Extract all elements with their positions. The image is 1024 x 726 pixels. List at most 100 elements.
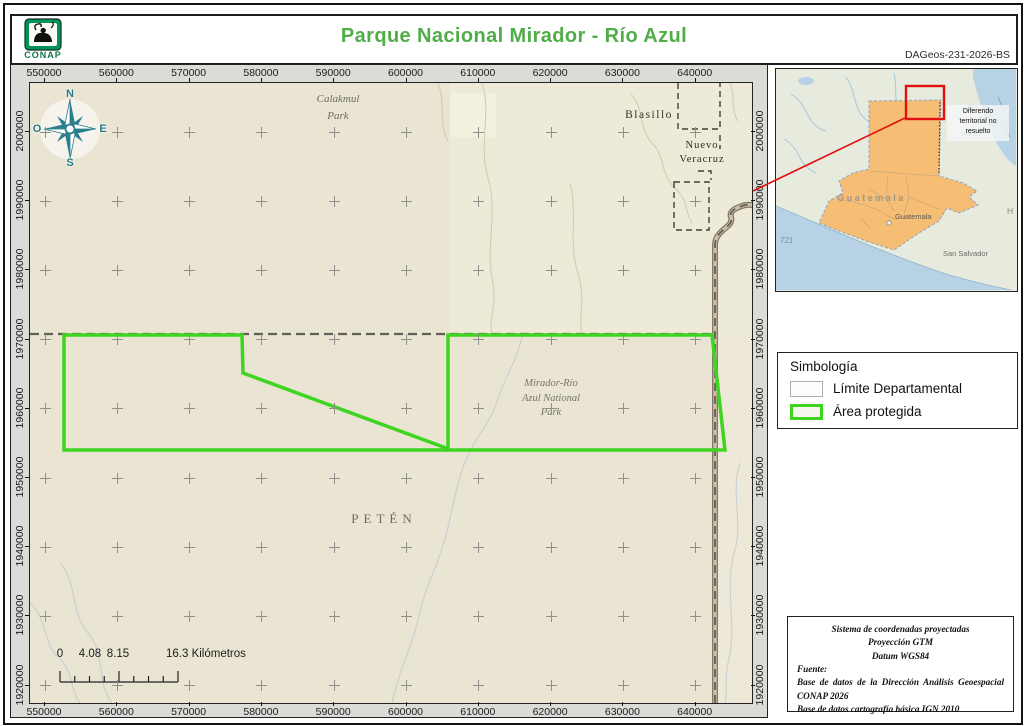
grid-cross [184, 610, 196, 622]
y-axis-label-right: 1980000 [754, 248, 766, 290]
map-frame: N E S O Calakmul Park Blasillo Nuevo Ver… [10, 64, 768, 718]
x-axis-tick [477, 702, 479, 706]
label-san-salvador: San Salvador [943, 249, 989, 258]
grid-cross [39, 680, 51, 692]
grid-cross [690, 610, 702, 622]
legend-box: Simbología Límite Departamental Área pro… [777, 352, 1018, 429]
grid-cross [111, 472, 123, 484]
y-axis-tick [25, 338, 29, 340]
grid-cross [545, 403, 557, 415]
grid-cross [328, 126, 340, 138]
x-axis-tick [333, 702, 335, 706]
grid-cross [617, 541, 629, 553]
y-axis-label-right: 2000000 [754, 110, 766, 152]
grid-cross [184, 403, 196, 415]
y-axis-tick [25, 477, 29, 478]
scale-label-0: 0 [56, 648, 64, 660]
credits-source-2: Base de datos cartografía básica IGN 201… [797, 704, 960, 715]
label-nuevo-veracruz: Nuevo Veracruz [679, 140, 725, 165]
x-axis-label-bottom: 550000 [26, 706, 62, 718]
x-axis-tick [44, 702, 45, 706]
x-axis-label-bottom: 580000 [243, 706, 279, 718]
scale-label-408: 4.08 [78, 648, 102, 660]
label-mirador-park: Mirador-Río Azul National Park [521, 378, 581, 419]
y-axis-tick [751, 615, 755, 617]
legend-item-area: Área protegida [833, 404, 922, 419]
grid-cross [690, 472, 702, 484]
grid-cross [545, 126, 557, 138]
credits-source-1: Base de datos de la Dirección Análisis G… [797, 677, 1004, 701]
grid-cross [328, 195, 340, 207]
grid-cross [39, 472, 51, 484]
legend-title: Simbología [790, 359, 858, 374]
compass-label-e: E [99, 123, 107, 135]
grid-cross [111, 195, 123, 207]
y-axis-tick [751, 407, 755, 409]
grid-cross [328, 680, 340, 692]
grid-cross [184, 680, 196, 692]
credits-projection: Proyección GTM [867, 637, 934, 648]
x-axis-tick [116, 702, 118, 706]
grid-cross [690, 334, 702, 346]
grid-cross [401, 680, 412, 692]
y-axis-label-right: 1940000 [754, 525, 766, 567]
inset-note: Diferendo territorial no resuelto [947, 105, 1009, 141]
grid-cross [617, 403, 629, 415]
grid-cross [473, 126, 485, 138]
grid-cross [473, 680, 485, 692]
grid-cross [39, 126, 51, 138]
y-axis-label-right: 1950000 [754, 456, 766, 498]
x-axis-label-bottom: 560000 [98, 706, 134, 718]
x-axis-label-bottom: 620000 [532, 706, 568, 718]
x-axis-tick [622, 702, 624, 706]
grid-cross [256, 472, 268, 484]
credits-coord-system: Sistema de coordenadas proyectadas [831, 624, 970, 634]
grid-cross [401, 541, 412, 553]
page-title: Parque Nacional Mirador - Río Azul [340, 25, 688, 47]
x-axis-tick [477, 78, 479, 82]
x-axis-tick [622, 78, 624, 82]
map-vector-layer [30, 83, 752, 703]
x-axis-tick [188, 78, 190, 82]
grid-cross [401, 334, 412, 346]
grid-cross [690, 264, 702, 276]
grid-cross [473, 334, 485, 346]
grid-cross [473, 195, 485, 207]
x-axis-label-bottom: 640000 [677, 706, 713, 718]
grid-cross [690, 680, 702, 692]
grid-cross [256, 264, 268, 276]
grid-cross [111, 403, 123, 415]
credits-box: Sistema de coordenadas proyectadas Proye… [787, 616, 1014, 714]
grid-cross [473, 610, 485, 622]
grid-cross [545, 334, 557, 346]
legend-item-limite: Límite Departamental [833, 381, 963, 396]
y-axis-tick [25, 269, 29, 271]
grid-cross [184, 334, 196, 346]
x-axis-tick [260, 702, 262, 706]
x-axis-label-bottom: 610000 [460, 706, 496, 718]
label-guatemala-country: Guatemala [837, 193, 906, 203]
grid-cross [328, 472, 340, 484]
grid-cross [401, 403, 412, 415]
grid-cross [256, 334, 268, 346]
grid-cross [328, 541, 340, 553]
y-axis-tick [751, 200, 755, 202]
grid-cross [401, 195, 412, 207]
grid-cross [617, 610, 629, 622]
x-axis-tick [116, 78, 118, 82]
grid-cross [39, 403, 51, 415]
y-axis-tick [751, 684, 755, 686]
grid-cross [617, 195, 629, 207]
grid-cross [328, 334, 340, 346]
legend-swatch-area [790, 404, 823, 420]
grid-cross [111, 541, 123, 553]
grid-cross [545, 264, 557, 276]
grid-cross [690, 126, 702, 138]
x-axis-label-bottom: 630000 [604, 706, 640, 718]
x-axis-label-bottom: 570000 [171, 706, 207, 718]
x-axis-tick [694, 78, 696, 82]
y-axis-label-right: 1990000 [754, 179, 766, 221]
grid-cross [256, 541, 268, 553]
grid-cross [184, 541, 196, 553]
protected-area-polygons [62, 333, 727, 452]
